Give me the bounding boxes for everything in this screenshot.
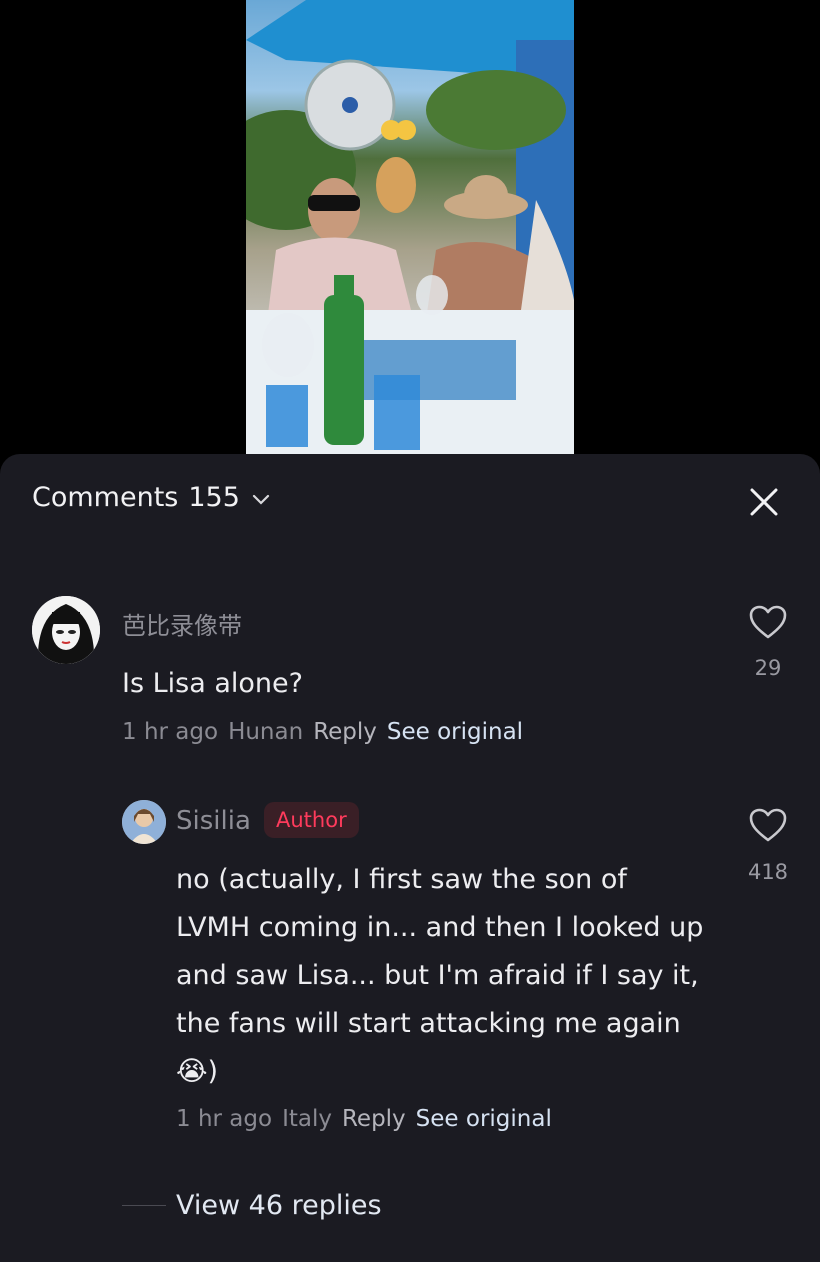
- video-player[interactable]: [0, 0, 820, 470]
- reply-text: no (actually, I first saw the son of LVM…: [176, 864, 704, 1087]
- comments-sheet: Comments 155 芭比录像带 Is Lisa alone? 1 hr a…: [0, 454, 820, 1262]
- heart-icon[interactable]: [748, 604, 788, 640]
- video-frame[interactable]: [246, 0, 574, 454]
- heart-icon[interactable]: [748, 807, 788, 843]
- like-count: 418: [747, 860, 789, 884]
- chevron-down-icon[interactable]: [252, 494, 270, 506]
- view-replies-button[interactable]: View 46 replies: [122, 1190, 382, 1221]
- like-count: 29: [754, 656, 782, 680]
- reply-location: Italy: [282, 1106, 332, 1132]
- reply-username[interactable]: Sisilia: [176, 806, 251, 836]
- comment-meta: 1 hr ago Hunan Reply See original: [122, 719, 523, 745]
- video-scene-image: [246, 0, 574, 454]
- comments-title: Comments: [32, 482, 179, 513]
- comments-count: 155: [188, 482, 240, 513]
- comment-time: 1 hr ago: [122, 719, 219, 745]
- view-replies-label: View 46 replies: [176, 1190, 382, 1221]
- avatar[interactable]: [122, 800, 166, 844]
- comment-location: Hunan: [228, 719, 304, 745]
- close-icon[interactable]: [748, 486, 780, 518]
- reply-button[interactable]: Reply: [342, 1106, 406, 1132]
- comment-text: Is Lisa alone?: [122, 668, 303, 699]
- avatar[interactable]: [32, 596, 100, 664]
- see-original-button[interactable]: See original: [387, 719, 523, 745]
- divider-line: [122, 1205, 166, 1206]
- comment-username[interactable]: 芭比录像带: [122, 606, 242, 641]
- see-original-button[interactable]: See original: [416, 1106, 552, 1132]
- comments-header[interactable]: Comments 155: [32, 482, 270, 513]
- reply-meta: 1 hr ago Italy Reply See original: [176, 1106, 552, 1132]
- reply-time: 1 hr ago: [176, 1106, 273, 1132]
- reply-button[interactable]: Reply: [313, 719, 377, 745]
- author-badge: Author: [264, 802, 359, 838]
